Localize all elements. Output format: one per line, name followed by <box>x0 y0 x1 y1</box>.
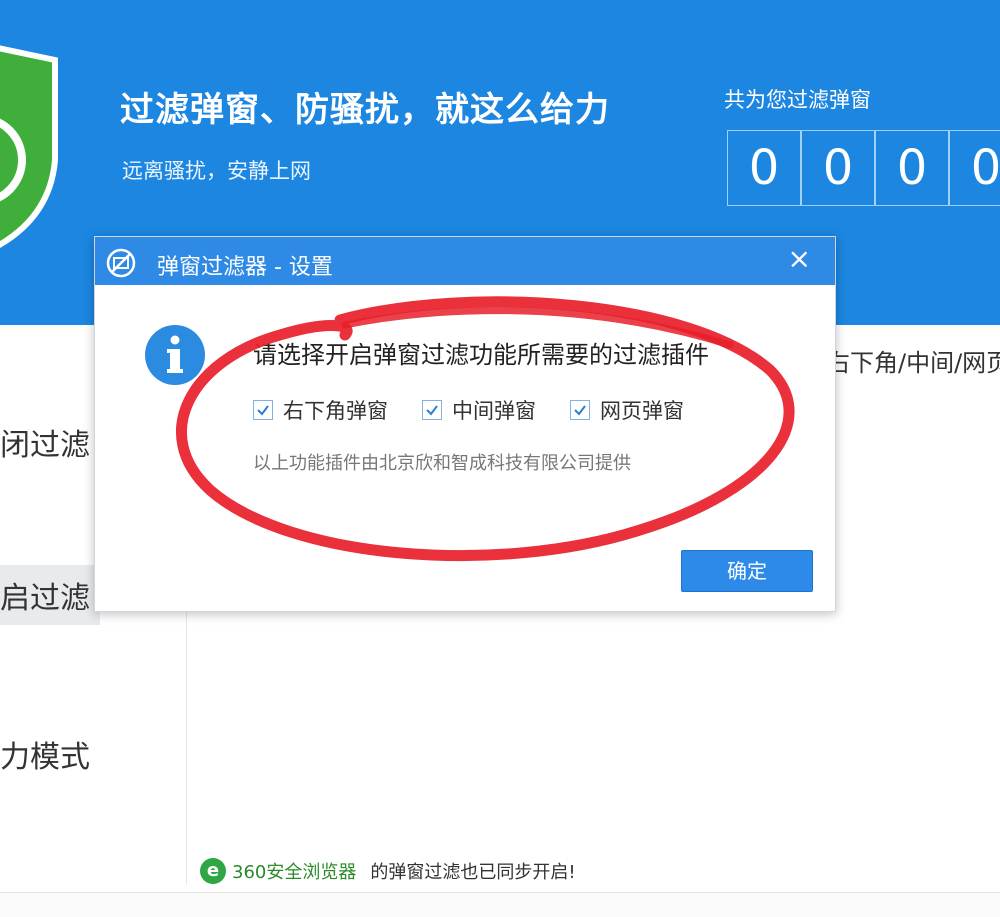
counter-digit: 0 <box>949 130 1000 206</box>
blocked-counter: 0 0 0 0 <box>727 130 1000 206</box>
info-icon <box>145 325 205 385</box>
bottom-strip <box>0 892 1000 917</box>
option-label: 中间弹窗 <box>452 399 536 423</box>
browser-logo-icon: e <box>200 858 226 884</box>
ok-button[interactable]: 确定 <box>681 550 813 592</box>
sidebar-item-enable-filter[interactable]: 启过滤 <box>0 565 100 625</box>
option-center-popup[interactable]: 中间弹窗 <box>422 395 536 425</box>
provider-note: 以上功能插件由北京欣和智成科技有限公司提供 <box>253 453 631 474</box>
dialog-titlebar: 弹窗过滤器 - 设置 × <box>95 237 835 285</box>
option-label: 网页弹窗 <box>600 399 684 423</box>
option-webpage-popup[interactable]: 网页弹窗 <box>570 395 684 425</box>
sidebar-item-power-mode[interactable]: 力模式 <box>0 732 90 776</box>
counter-label: 共为您过滤弹窗 <box>724 88 871 112</box>
sync-notice: e 360安全浏览器 的弹窗过滤也已同步开启! <box>200 858 576 884</box>
dialog-prompt: 请选择开启弹窗过滤功能所需要的过滤插件 <box>253 341 709 369</box>
option-bottom-right-popup[interactable]: 右下角弹窗 <box>253 395 388 425</box>
headline: 过滤弹窗、防骚扰，就这么给力 <box>120 90 610 130</box>
popup-filter-settings-dialog: 弹窗过滤器 - 设置 × 请选择开启弹窗过滤功能所需要的过滤插件 右下角弹窗 中… <box>94 236 836 612</box>
ban-icon <box>106 248 136 278</box>
counter-digit: 0 <box>727 130 801 206</box>
shield-logo-icon <box>0 45 58 248</box>
counter-digit: 0 <box>801 130 875 206</box>
sync-message: 的弹窗过滤也已同步开启! <box>370 862 576 883</box>
close-icon[interactable]: × <box>788 245 811 273</box>
checkbox-checked-icon[interactable] <box>253 400 273 420</box>
filter-types-text: 右下角/中间/网页 <box>826 349 1000 377</box>
option-label: 右下角弹窗 <box>283 399 388 423</box>
counter-digit: 0 <box>875 130 949 206</box>
checkbox-checked-icon[interactable] <box>570 400 590 420</box>
dialog-title: 弹窗过滤器 - 设置 <box>157 255 333 280</box>
subline: 远离骚扰，安静上网 <box>122 159 311 183</box>
sidebar-item-disable-filter[interactable]: 闭过滤 <box>0 420 90 464</box>
browser-name-link[interactable]: 360安全浏览器 <box>232 858 356 884</box>
checkbox-checked-icon[interactable] <box>422 400 442 420</box>
plugin-options: 右下角弹窗 中间弹窗 网页弹窗 <box>253 395 718 425</box>
